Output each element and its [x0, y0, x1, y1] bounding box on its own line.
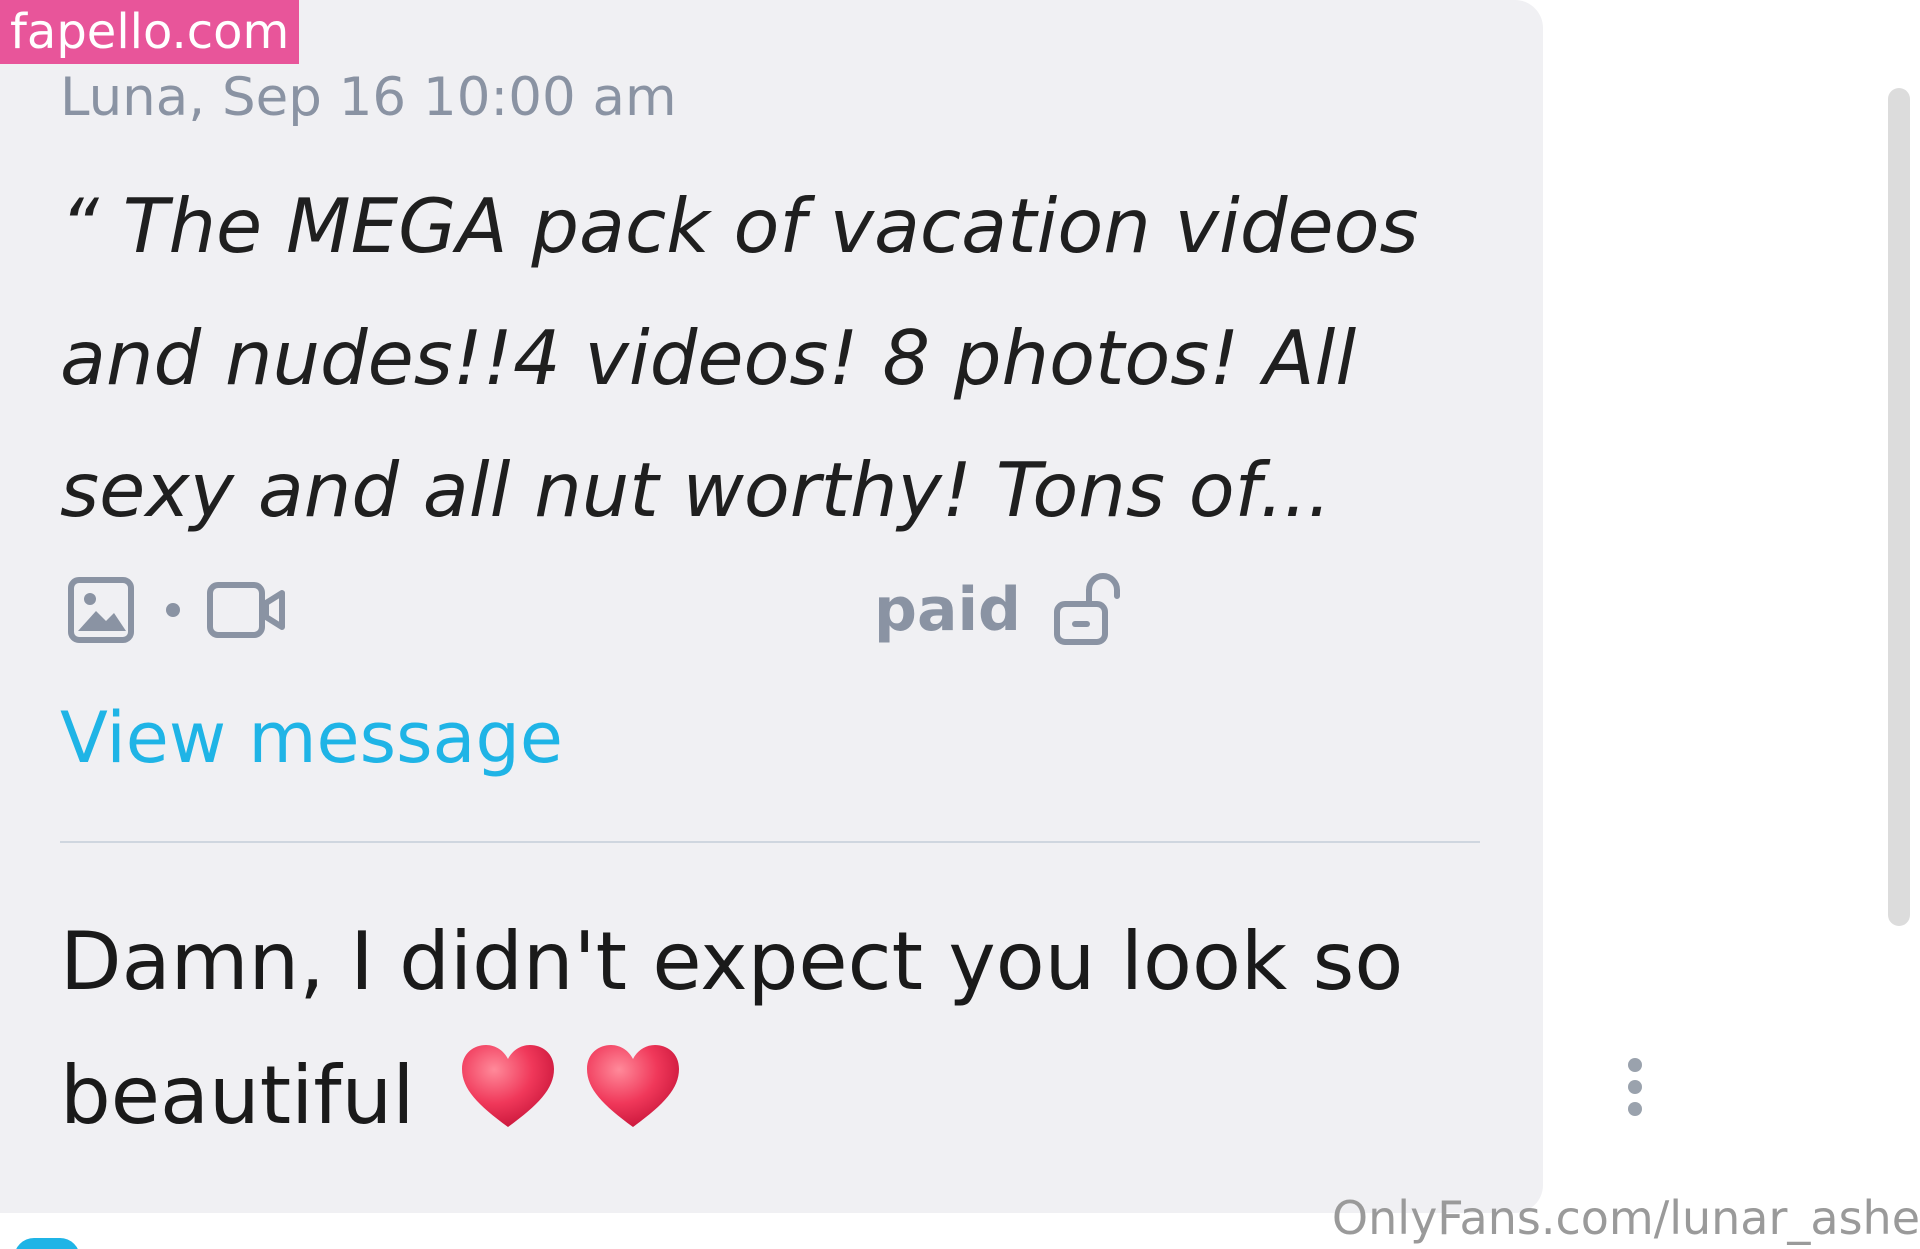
separator-dot	[166, 603, 180, 617]
reply-text: Damn, I didn't expect you look so beauti…	[60, 915, 1404, 1142]
unlock-icon	[1051, 568, 1123, 653]
reply-message: Damn, I didn't expect you look so beauti…	[60, 895, 1490, 1171]
divider	[60, 841, 1480, 843]
message-bubble: Luna, Sep 16 10:00 am “ The MEGA pack of…	[0, 0, 1543, 1213]
message-quote: “ The MEGA pack of vacation videos and n…	[60, 182, 1419, 534]
watermark-fapello: fapello.com	[0, 0, 300, 64]
partial-icon	[14, 1238, 80, 1249]
red-heart-icon	[458, 1037, 558, 1171]
paid-label: paid	[874, 575, 1021, 645]
red-heart-icon	[583, 1037, 683, 1171]
scrollbar[interactable]	[1888, 88, 1910, 926]
reply-emoji	[458, 1032, 683, 1171]
video-icon	[206, 575, 286, 645]
paid-status: paid	[874, 572, 1123, 648]
page: Luna, Sep 16 10:00 am “ The MEGA pack of…	[0, 0, 1920, 1249]
message-meta: Luna, Sep 16 10:00 am	[60, 67, 677, 128]
view-message-link[interactable]: View message	[60, 696, 563, 780]
image-icon	[66, 575, 136, 645]
more-options-icon[interactable]	[1621, 1058, 1649, 1120]
media-attachments	[66, 572, 286, 648]
watermark-onlyfans: OnlyFans.com/lunar_ashe	[1331, 1191, 1920, 1245]
